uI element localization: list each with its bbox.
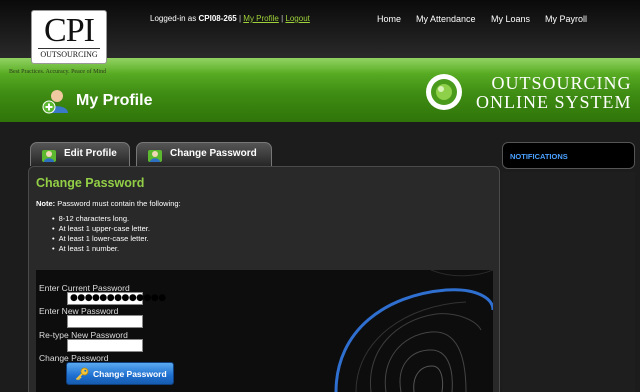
nav-my-loans[interactable]: My Loans: [491, 14, 530, 24]
new-password-field[interactable]: [67, 315, 143, 328]
user-profile-icon: [42, 90, 68, 114]
list-item: At least 1 upper-case letter.: [52, 224, 150, 234]
logo-subtext: OUTSOURCING: [38, 48, 100, 59]
page-title: My Profile: [76, 92, 153, 109]
tab-edit-profile[interactable]: Edit Profile: [30, 142, 130, 166]
key-icon: [75, 367, 89, 381]
password-note: Note: Password must contain the followin…: [36, 199, 181, 208]
change-password-icon: [148, 150, 162, 162]
notifications-header: NOTIFICATIONS: [502, 142, 635, 169]
company-logo[interactable]: CPI OUTSOURCING: [31, 10, 107, 64]
notifications-panel: [502, 172, 635, 392]
session-prefix: Logged-in as: [150, 14, 197, 23]
system-logo-icon: [426, 74, 462, 110]
system-name-line1: OUTSOURCING: [491, 73, 632, 93]
note-text: Password must contain the following:: [55, 199, 181, 208]
separator: |: [281, 14, 284, 23]
separator: |: [238, 14, 242, 23]
username: CPI08-265: [198, 14, 237, 23]
panel-title: Change Password: [36, 176, 145, 190]
session-info: Logged-in as CPI08-265 | My Profile | Lo…: [150, 14, 310, 23]
button-label: Change Password: [93, 369, 167, 379]
tagline: Best Practices. Accuracy. Peace of Mind: [9, 69, 107, 75]
logo-text: CPI: [44, 12, 95, 49]
password-rules: 8-12 characters long. At least 1 upper-c…: [52, 214, 150, 254]
tab-label: Change Password: [170, 148, 257, 159]
retype-password-field[interactable]: [67, 339, 143, 352]
my-profile-link[interactable]: My Profile: [243, 14, 279, 23]
change-password-button[interactable]: Change Password: [66, 362, 174, 385]
system-name: OUTSOURCING ONLINE SYSTEM: [476, 74, 632, 112]
list-item: 8-12 characters long.: [52, 214, 150, 224]
nav-my-attendance[interactable]: My Attendance: [416, 14, 476, 24]
note-label: Note:: [36, 199, 56, 208]
edit-profile-icon: [42, 150, 56, 162]
nav-my-payroll[interactable]: My Payroll: [545, 14, 587, 24]
tab-label: Edit Profile: [64, 148, 117, 159]
tab-change-password[interactable]: Change Password: [136, 142, 272, 166]
current-password-field[interactable]: ●●●●●●●●●●●●●: [67, 292, 166, 305]
list-item: At least 1 lower-case letter.: [52, 234, 150, 244]
system-name-line2: ONLINE SYSTEM: [476, 92, 632, 112]
nav-home[interactable]: Home: [377, 14, 401, 24]
logout-link[interactable]: Logout: [285, 14, 309, 23]
list-item: At least 1 number.: [52, 244, 150, 254]
